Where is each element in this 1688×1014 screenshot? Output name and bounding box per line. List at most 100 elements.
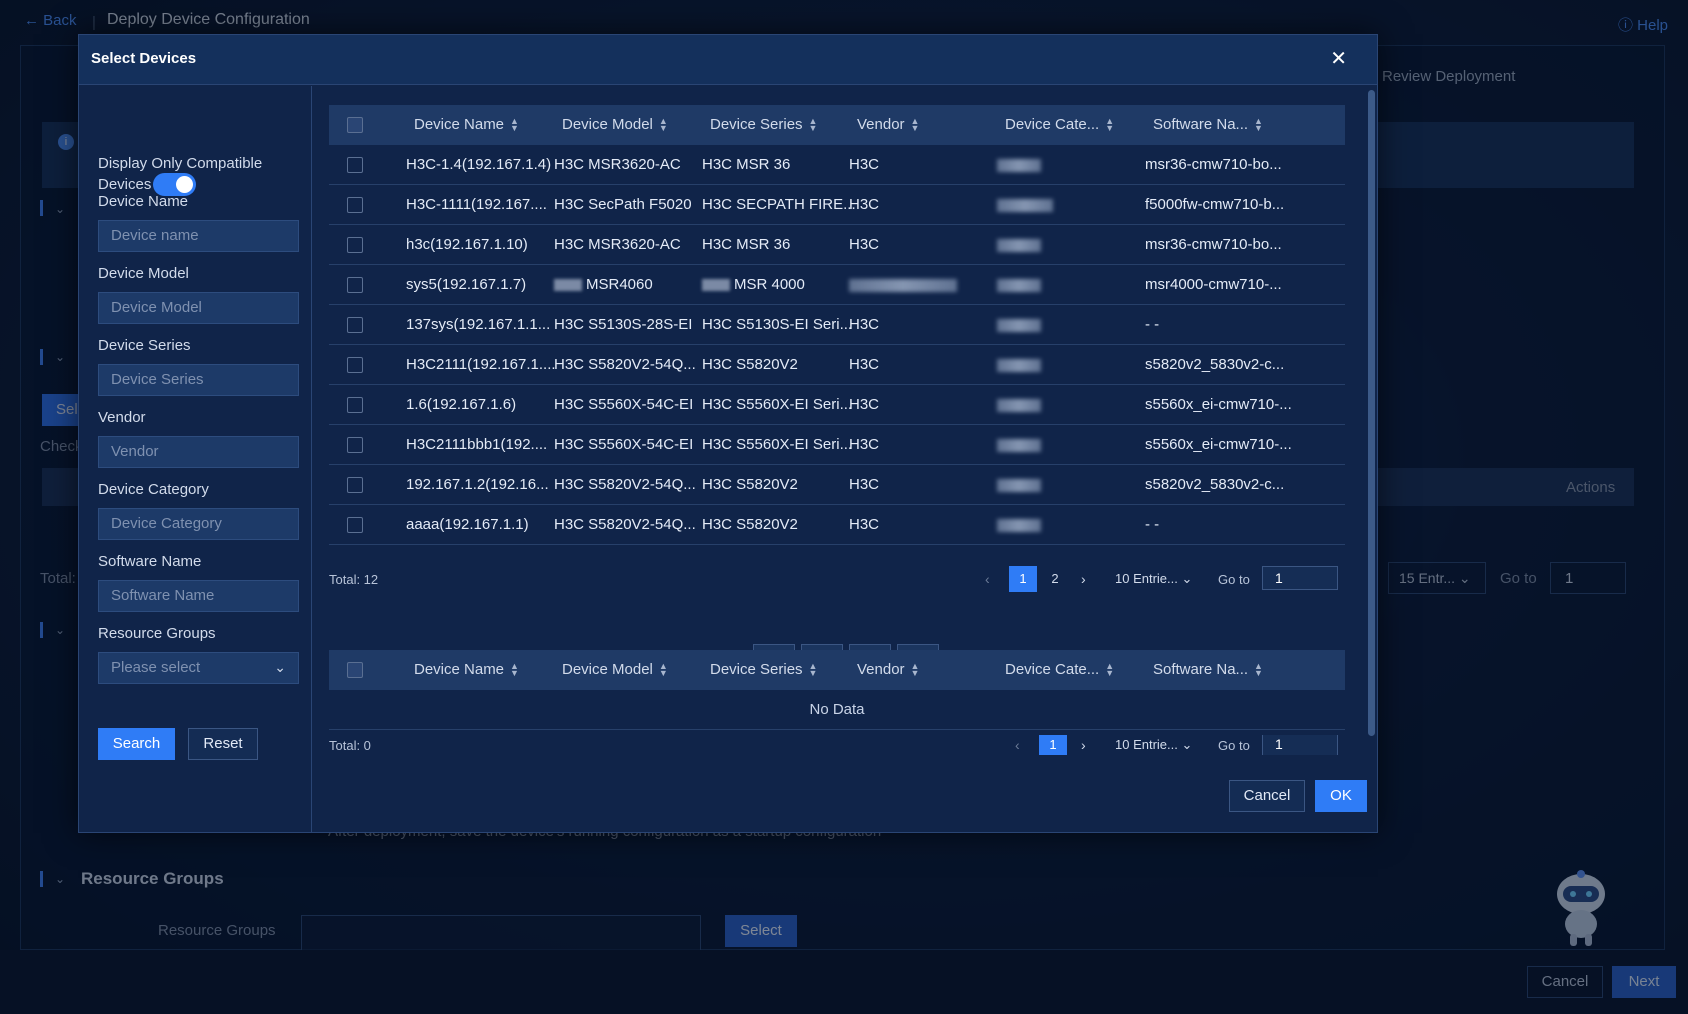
- cancel-button[interactable]: Cancel: [1229, 780, 1305, 812]
- sort-icon[interactable]: ▲ ▼: [510, 662, 519, 678]
- sort-icon[interactable]: ▲ ▼: [1254, 117, 1263, 133]
- goto-input[interactable]: 1: [1262, 566, 1338, 590]
- cell-name: 1.6(192.167.1.6): [406, 396, 516, 413]
- next-page-icon[interactable]: ›: [1081, 571, 1086, 587]
- cell-series: H3C S5820V2: [702, 516, 798, 533]
- next-page-icon[interactable]: ›: [1081, 737, 1086, 753]
- vendor-input[interactable]: Vendor: [98, 436, 299, 468]
- cell-text: msr36-cmw710-bo...: [1145, 156, 1282, 173]
- device-name-input[interactable]: Device name: [98, 220, 299, 252]
- sort-icon[interactable]: ▲ ▼: [911, 117, 920, 133]
- cell-text: H3C S5560X-54C-EI: [554, 436, 694, 453]
- cell-software: - -: [1145, 316, 1159, 333]
- sort-icon[interactable]: ▲ ▼: [659, 662, 668, 678]
- row-checkbox[interactable]: [347, 197, 363, 213]
- cell-text: H3C: [849, 236, 880, 253]
- device-model-input[interactable]: Device Model: [98, 292, 299, 324]
- prev-page-icon[interactable]: ‹: [985, 571, 990, 587]
- ok-button[interactable]: OK: [1315, 780, 1367, 812]
- sort-icon[interactable]: ▲ ▼: [911, 662, 920, 678]
- cell-name: aaaa(192.167.1.1): [406, 516, 529, 533]
- page-size-select[interactable]: 10 Entrie... ⌄: [1115, 571, 1192, 587]
- table-row[interactable]: H3C-1.4(192.167.1.4) H3C MSR3620-AC H3C MS…: [329, 145, 1345, 185]
- page-size-select[interactable]: 10 Entrie... ⌄: [1115, 737, 1192, 753]
- device-category-input[interactable]: Device Category: [98, 508, 299, 540]
- cell-vendor: H3C: [849, 196, 879, 213]
- page-1-button[interactable]: 1: [1009, 566, 1037, 592]
- col-device-model[interactable]: Device Model ▲ ▼: [562, 661, 668, 678]
- close-icon[interactable]: ✕: [1330, 49, 1347, 69]
- table-row[interactable]: H3C2111bbb1(192.... H3C S5560X-54C-EI H3C …: [329, 425, 1345, 465]
- row-checkbox[interactable]: [347, 317, 363, 333]
- device-series-input[interactable]: Device Series: [98, 364, 299, 396]
- select-all-checkbox[interactable]: [347, 117, 363, 133]
- row-checkbox[interactable]: [347, 477, 363, 493]
- cell-text: H3C S5820V2-54Q...: [554, 476, 696, 493]
- prev-page-icon[interactable]: ‹: [1015, 737, 1020, 753]
- row-checkbox[interactable]: [347, 357, 363, 373]
- col-device-name[interactable]: Device Name ▲ ▼: [414, 116, 519, 133]
- row-checkbox[interactable]: [347, 437, 363, 453]
- cell-text: H3C-1.4(192.167.1.4): [406, 156, 552, 173]
- cell-model: H3C S5820V2-54Q...: [554, 476, 696, 493]
- table-row[interactable]: 137sys(192.167.1.1... H3C S5130S-28S-EI H3…: [329, 305, 1345, 345]
- row-checkbox[interactable]: [347, 397, 363, 413]
- row-checkbox[interactable]: [347, 237, 363, 253]
- redacted-category: [997, 279, 1041, 292]
- cell-name: sys5(192.167.1.7): [406, 276, 526, 293]
- page-1-button[interactable]: 1: [1039, 735, 1067, 755]
- col-device-series[interactable]: Device Series ▲ ▼: [710, 116, 817, 133]
- row-checkbox[interactable]: [347, 517, 363, 533]
- col-software-name[interactable]: Software Na... ▲ ▼: [1153, 661, 1263, 678]
- sort-icon[interactable]: ▲ ▼: [659, 117, 668, 133]
- row-checkbox[interactable]: [347, 157, 363, 173]
- cell-model: H3C SecPath F5020: [554, 196, 692, 213]
- cell-text: msr36-cmw710-bo...: [1145, 236, 1282, 253]
- col-label: Device Series: [710, 661, 803, 678]
- table-row[interactable]: h3c(192.167.1.10) H3C MSR3620-AC H3C MSR 3…: [329, 225, 1345, 265]
- resource-groups-filter-select[interactable]: Please select ⌄: [98, 652, 299, 684]
- cell-text: H3C MSR 36: [702, 156, 791, 173]
- table-row[interactable]: aaaa(192.167.1.1) H3C S5820V2-54Q... H3C S…: [329, 505, 1345, 545]
- sort-icon[interactable]: ▲ ▼: [1105, 117, 1114, 133]
- col-device-category[interactable]: Device Cate... ▲ ▼: [1005, 116, 1114, 133]
- col-software-name[interactable]: Software Na... ▲ ▼: [1153, 116, 1263, 133]
- cell-text: H3C MSR 36: [702, 236, 791, 253]
- row-checkbox[interactable]: [347, 277, 363, 293]
- col-device-name[interactable]: Device Name ▲ ▼: [414, 661, 519, 678]
- table-row[interactable]: H3C2111(192.167.1.... H3C S5820V2-54Q... H…: [329, 345, 1345, 385]
- col-device-series[interactable]: Device Series ▲ ▼: [710, 661, 817, 678]
- col-label: Device Model: [562, 116, 653, 133]
- toggle-knob: [176, 176, 193, 193]
- sort-icon[interactable]: ▲ ▼: [1254, 662, 1263, 678]
- search-button[interactable]: Search: [98, 728, 175, 760]
- sort-icon[interactable]: ▲ ▼: [809, 662, 818, 678]
- col-device-category[interactable]: Device Cate... ▲ ▼: [1005, 661, 1114, 678]
- cell-text: H3C S5130S-28S-EI: [554, 316, 693, 333]
- col-vendor[interactable]: Vendor ▲ ▼: [857, 116, 919, 133]
- sort-icon[interactable]: ▲ ▼: [1105, 662, 1114, 678]
- goto-input[interactable]: 1: [1262, 735, 1338, 755]
- redacted-category: [997, 359, 1041, 372]
- reset-button[interactable]: Reset: [188, 728, 258, 760]
- software-name-input[interactable]: Software Name: [98, 580, 299, 612]
- cell-series: H3C S5560X-EI Seri...: [702, 436, 852, 453]
- select-all-checkbox[interactable]: [347, 662, 363, 678]
- dialog-scrollbar[interactable]: [1368, 90, 1375, 736]
- cell-text: H3C: [849, 356, 880, 373]
- col-vendor[interactable]: Vendor ▲ ▼: [857, 661, 919, 678]
- table-row[interactable]: H3C-1111(192.167.... H3C SecPath F5020 H3C…: [329, 185, 1345, 225]
- no-data-message: No Data: [329, 690, 1345, 730]
- filter-panel: Display Only Compatible Devices Device N…: [79, 86, 312, 833]
- sort-icon[interactable]: ▲ ▼: [510, 117, 519, 133]
- cell-text: H3C: [849, 316, 880, 333]
- table-row[interactable]: 192.167.1.2(192.16... H3C S5820V2-54Q... H…: [329, 465, 1345, 505]
- table-row[interactable]: 1.6(192.167.1.6) H3C S5560X-54C-EI H3C S55…: [329, 385, 1345, 425]
- col-device-model[interactable]: Device Model ▲ ▼: [562, 116, 668, 133]
- page-2-button[interactable]: 2: [1041, 566, 1069, 592]
- cell-software: s5560x_ei-cmw710-...: [1145, 436, 1292, 453]
- sort-icon[interactable]: ▲ ▼: [809, 117, 818, 133]
- table-row[interactable]: sys5(192.167.1.7) MSR4060 MSR 4000 msr4000-…: [329, 265, 1345, 305]
- cell-text: H3C: [849, 156, 880, 173]
- device-series-label: Device Series: [98, 337, 191, 354]
